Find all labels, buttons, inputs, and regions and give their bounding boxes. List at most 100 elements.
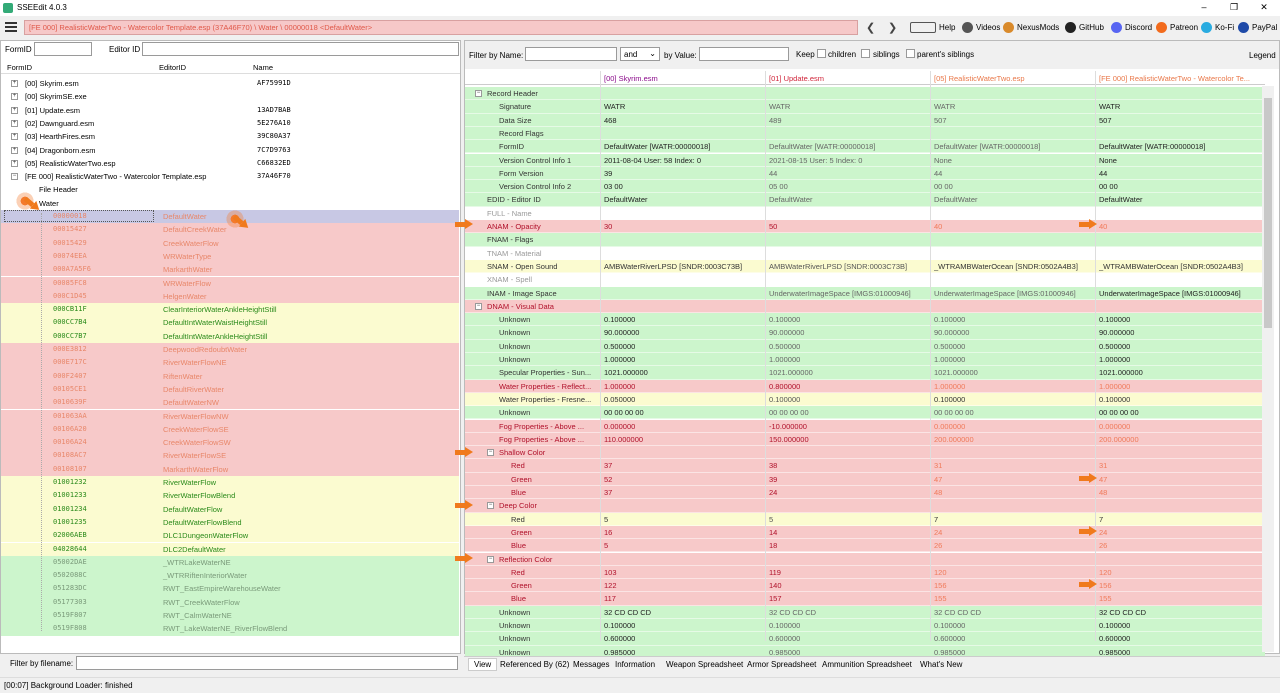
record-row[interactable]: 000C1D45 HelgenWater [1, 289, 459, 304]
grid-row[interactable]: Data Size 468 489 507 507 [465, 113, 1265, 127]
tab-ammunition-spreadsheet[interactable]: Ammunition Spreadsheet [822, 660, 912, 669]
grid-row[interactable]: ANAM - Opacity 30 50 40 40 [465, 220, 1265, 234]
tab-view[interactable]: View [468, 658, 498, 671]
file-row[interactable]: − [FE 000] RealisticWaterTwo - Watercolor… [1, 170, 459, 183]
grid-row[interactable]: − DNAM - Visual Data [465, 299, 1265, 314]
maximize-button[interactable]: ❐ [1220, 0, 1248, 16]
tab-information[interactable]: Information [615, 660, 655, 669]
filter-name-input[interactable] [525, 47, 617, 61]
collapse-icon[interactable]: − [475, 302, 482, 310]
grid-scrollbar[interactable] [1262, 86, 1274, 652]
grid-row[interactable]: Water Properties - Fresne... 0.050000 0.10… [465, 392, 1265, 407]
expand-icon[interactable]: + [11, 159, 18, 167]
record-row[interactable]: 01001233 RiverWaterFlowBlend [1, 489, 459, 503]
grid-row[interactable]: Unknown 0.100000 0.100000 0.100000 0.100000 [465, 313, 1265, 327]
record-row[interactable]: 000CC7B7 DefaultIntWaterAnkleHeightStill [1, 329, 459, 343]
record-row[interactable]: 051283DC RWT_EastEmpireWarehouseWater [1, 582, 459, 596]
grid-row[interactable]: FULL - Name [465, 206, 1265, 220]
grid-row[interactable]: SNAM - Open Sound AMBWaterRiverLPSD [SNDR… [465, 259, 1265, 274]
file-row[interactable]: + [00] SkyrimSE.exe [1, 90, 459, 103]
record-row[interactable]: 01001234 DefaultWaterFlow [1, 502, 459, 516]
col-editorid[interactable]: EditorID [159, 63, 186, 72]
minimize-button[interactable]: – [1190, 0, 1218, 16]
record-row[interactable]: 00106A20 CreekWaterFlowSE [1, 422, 459, 437]
grid-row[interactable]: − Record Header [465, 87, 1265, 101]
col-name[interactable]: Name [253, 63, 273, 72]
tab-armor-spreadsheet[interactable]: Armor Spreadsheet [747, 660, 816, 669]
file-row[interactable]: + [02] Dawnguard.esm 5E276A10 [1, 117, 459, 130]
grid-row[interactable]: Version Control Info 2 03 00 05 00 00 00 00 … [465, 180, 1265, 194]
scrollbar-thumb[interactable] [1264, 98, 1272, 328]
record-row[interactable]: 0519F807 RWT_CalmWaterNE [1, 609, 459, 623]
record-row[interactable]: 000CB11F ClearInteriorWaterAnkleHeightSti… [1, 303, 459, 317]
file-row[interactable]: + [00] Skyrim.esm AF75991D [1, 77, 459, 90]
file-row[interactable]: + [05] RealisticWaterTwo.esp C66832ED [1, 157, 459, 170]
and-select[interactable]: and ⌄ [620, 47, 660, 61]
github-link[interactable]: GitHub [1065, 22, 1104, 33]
expand-icon[interactable]: + [11, 106, 18, 114]
grid-row[interactable]: − Reflection Color [465, 552, 1265, 566]
col-formid[interactable]: FormID [7, 63, 32, 72]
file-row[interactable]: + [04] Dragonborn.esm 7C7D9763 [1, 144, 459, 157]
expand-icon[interactable]: − [11, 173, 18, 181]
expand-icon[interactable]: + [11, 119, 18, 127]
col-skyrim[interactable]: [00] Skyrim.esm [604, 74, 764, 83]
help-link[interactable]: Help [910, 22, 955, 33]
record-row[interactable]: 000E3812 DeepwoodRedoubtWater [1, 343, 459, 357]
tab-messages[interactable]: Messages [573, 660, 609, 669]
siblings-checkbox[interactable] [861, 49, 870, 58]
grid-row[interactable]: FormID DefaultWater [WATR:00000018] Defaul… [465, 140, 1265, 154]
collapse-icon[interactable]: − [487, 555, 494, 563]
back-icon[interactable]: ❮ [866, 21, 875, 34]
record-row[interactable]: 04028644 DLC2DefaultWater [1, 542, 459, 556]
grid-row[interactable]: Red 103 119 120 120 [465, 565, 1265, 580]
record-row[interactable]: 000E717C RiverWaterFlowNE [1, 356, 459, 370]
grid-row[interactable]: Record Flags [465, 126, 1265, 141]
grid-row[interactable]: Unknown 0.100000 0.100000 0.100000 0.100000 [465, 619, 1265, 633]
legend-button[interactable]: Legend [1249, 51, 1276, 60]
record-row[interactable]: 0502088C _WTRRiftenInteriorWater [1, 569, 459, 583]
videos-link[interactable]: Videos [962, 22, 1000, 33]
grid-row[interactable]: Unknown 0.600000 0.600000 0.600000 0.600000 [465, 632, 1265, 646]
discord-link[interactable]: Discord [1111, 22, 1152, 33]
record-row[interactable]: 00085FC8 WRWaterFlow [1, 276, 459, 290]
record-row[interactable]: 000F2407 RiftenWater [1, 369, 459, 383]
grid-row[interactable]: Form Version 39 44 44 44 [465, 166, 1265, 181]
forward-icon[interactable]: ❯ [888, 21, 897, 34]
grid-row[interactable]: Fog Properties - Above ... 110.000000 150.… [465, 432, 1265, 447]
grid-row[interactable]: Red 37 38 31 31 [465, 459, 1265, 473]
grid-row[interactable]: Green 122 140 156 156 [465, 579, 1265, 593]
expand-icon[interactable]: + [11, 146, 18, 154]
col-template[interactable]: [FE 000] RealisticWaterTwo - Watercolor … [1099, 74, 1259, 83]
record-row[interactable]: 0519F808 RWT_LakeWaterNE_RiverFlowBlend [1, 622, 459, 636]
record-row[interactable]: 01001232 RiverWaterFlow [1, 476, 459, 490]
collapse-icon[interactable]: − [487, 449, 494, 457]
grid-row[interactable]: Blue 117 157 155 155 [465, 592, 1265, 606]
group-row-water[interactable]: Water [1, 197, 459, 210]
col-realisticwater[interactable]: [05] RealisticWaterTwo.esp [934, 74, 1094, 83]
paypal-link[interactable]: PayPal [1238, 22, 1277, 33]
grid-row[interactable]: Unknown 00 00 00 00 00 00 00 00 00 00 00 00… [465, 406, 1265, 420]
record-row[interactable]: 02006AEB DLC1DungeonWaterFlow [1, 529, 459, 543]
record-path[interactable]: [FE 000] RealisticWaterTwo - Watercolor … [24, 20, 858, 35]
grid-row[interactable]: Blue 5 18 26 26 [465, 539, 1265, 553]
grid-row[interactable]: Fog Properties - Above ... 0.000000 -10.00… [465, 419, 1265, 433]
grid-row[interactable]: Signature WATR WATR WATR WATR [465, 100, 1265, 114]
grid-row[interactable]: XNAM - Spell [465, 273, 1265, 287]
editorid-input[interactable] [142, 42, 459, 56]
record-row[interactable]: 0010639F DefaultWaterNW [1, 396, 459, 410]
grid-row[interactable]: Water Properties - Reflect... 1.000000 0.8… [465, 379, 1265, 393]
tab-what-s-new[interactable]: What's New [920, 660, 962, 669]
grid-row[interactable]: FNAM - Flags [465, 233, 1265, 247]
grid-row[interactable]: INAM - Image Space UnderwaterImageSpace [… [465, 286, 1265, 300]
children-checkbox[interactable] [817, 49, 826, 58]
record-row[interactable]: 00108AC7 RiverWaterFlowSE [1, 449, 459, 463]
grid-row[interactable]: Green 52 39 47 47 [465, 472, 1265, 486]
grid-row[interactable]: Specular Properties - Sun... 1021.000000 1… [465, 366, 1265, 380]
parents-siblings-checkbox[interactable] [906, 49, 915, 58]
grid-row[interactable]: Unknown 0.500000 0.500000 0.500000 0.500000 [465, 339, 1265, 353]
collapse-icon[interactable]: − [475, 90, 482, 97]
record-row[interactable]: 00074EEA WRWaterType [1, 249, 459, 264]
record-row[interactable]: 001063AA RiverWaterFlowNW [1, 409, 459, 423]
file-header-row[interactable]: File Header [1, 183, 459, 196]
